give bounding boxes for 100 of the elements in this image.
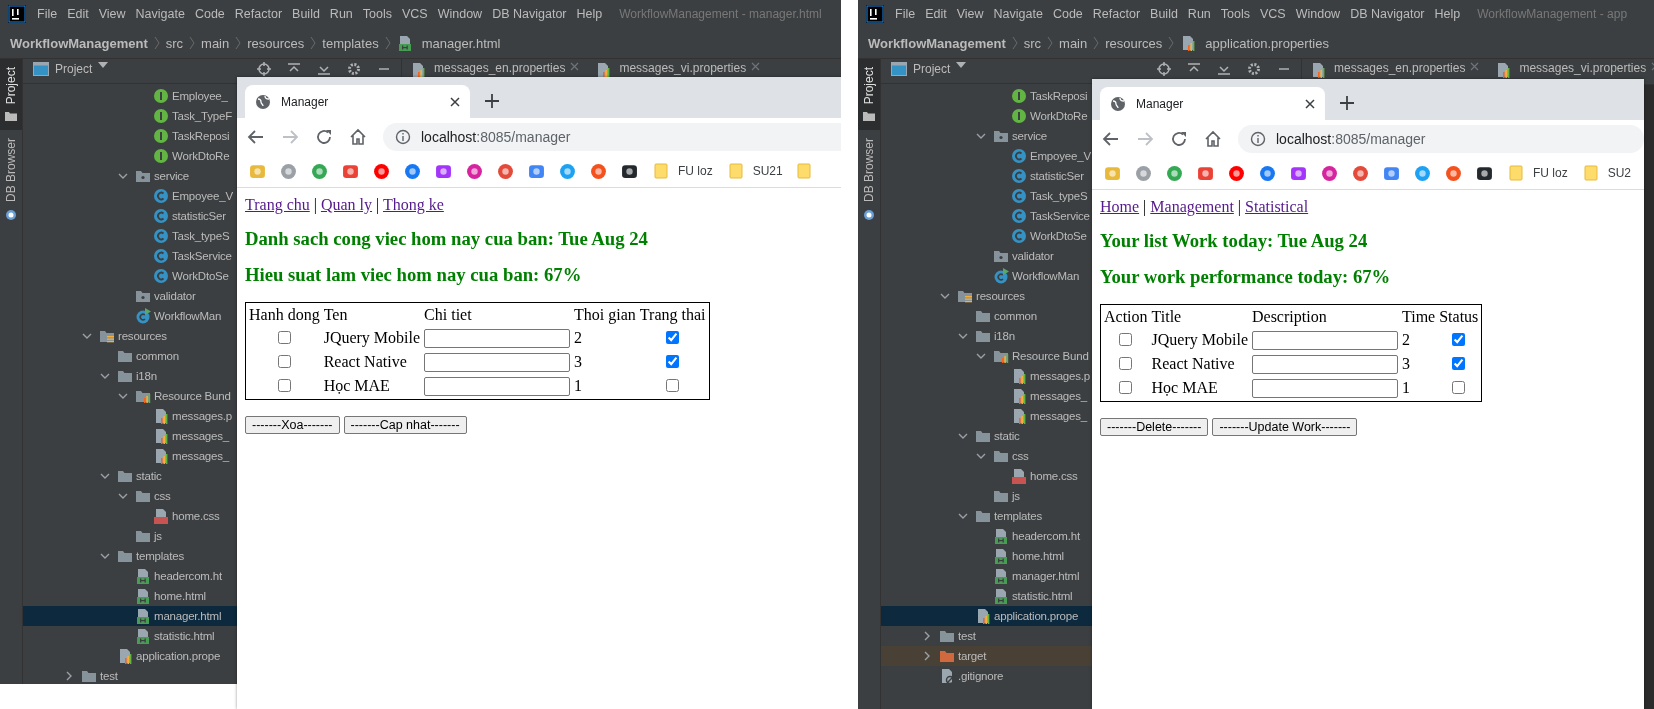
breadcrumb-item[interactable]: templates: [322, 35, 379, 51]
menu-item[interactable]: File: [32, 7, 63, 21]
menu-item[interactable]: Tools: [357, 7, 397, 21]
tree-item[interactable]: common: [136, 350, 179, 362]
breadcrumb-item[interactable]: main: [1059, 35, 1088, 51]
tree-item[interactable]: messages_: [172, 430, 229, 442]
form-button[interactable]: -------Cap nhat-------: [343, 416, 467, 434]
tree-item[interactable]: messages_: [1030, 410, 1087, 422]
tree-item[interactable]: statistic.html: [1012, 590, 1073, 602]
breadcrumb-item[interactable]: WorkflowManagement: [868, 35, 1006, 51]
panel-title[interactable]: Project: [55, 62, 93, 76]
tree-item[interactable]: statisticSer: [172, 210, 226, 222]
checkbox[interactable]: [666, 331, 680, 344]
menu-item[interactable]: Edit: [62, 7, 94, 21]
tree-item[interactable]: service: [1012, 130, 1048, 142]
tree-item[interactable]: templates: [136, 550, 185, 562]
tree-item[interactable]: resources: [976, 290, 1025, 302]
breadcrumb-item[interactable]: main: [201, 35, 230, 51]
menu-item[interactable]: Edit: [920, 7, 952, 21]
menu-item[interactable]: Tools: [1215, 7, 1255, 21]
menu-item[interactable]: DB Navigator: [1345, 7, 1430, 21]
tree-item[interactable]: Task_typeS: [1030, 190, 1088, 202]
tree-item[interactable]: headercom.ht: [154, 570, 222, 582]
panel-title[interactable]: Project: [913, 62, 951, 76]
tree-item[interactable]: Task_TypeF: [172, 110, 232, 122]
nav-link[interactable]: Thong ke: [383, 196, 444, 213]
menu-item[interactable]: Window: [432, 7, 488, 21]
form-button[interactable]: -------Update Work-------: [1212, 418, 1358, 436]
checkbox[interactable]: [1119, 333, 1133, 346]
nav-link[interactable]: Home: [1100, 198, 1140, 215]
tree-item[interactable]: css: [1012, 450, 1029, 462]
bookmark-icon[interactable]: [1476, 164, 1493, 182]
tree-item[interactable]: statisticSer: [1030, 170, 1084, 182]
tree-item[interactable]: TaskReposi: [172, 130, 230, 142]
tree-item[interactable]: WorkDtoRe: [1030, 110, 1088, 122]
home-icon[interactable]: [1204, 129, 1222, 148]
menu-item[interactable]: Help: [1429, 7, 1466, 21]
tree-item[interactable]: statistic.html: [154, 630, 215, 642]
tree-item[interactable]: service: [154, 170, 190, 182]
tree-item[interactable]: Resource Bund: [1012, 350, 1089, 362]
breadcrumb-item[interactable]: resources: [1105, 35, 1163, 51]
tree-item[interactable]: WorkflowMan: [1012, 270, 1080, 282]
menu-item[interactable]: Window: [1290, 7, 1346, 21]
tree-item[interactable]: home.html: [1012, 550, 1064, 562]
tree-item[interactable]: css: [154, 490, 171, 502]
input-field[interactable]: [1252, 330, 1398, 350]
editor-tab[interactable]: messages_en.properties: [1302, 59, 1488, 76]
form-button[interactable]: -------Xoa-------: [245, 416, 340, 434]
form-button[interactable]: -------Delete-------: [1100, 418, 1209, 436]
tree-item[interactable]: application.prope: [136, 650, 221, 662]
caret-icon[interactable]: [98, 62, 109, 68]
nav-link[interactable]: Statistical: [1245, 198, 1309, 215]
tree-item[interactable]: common: [994, 310, 1037, 322]
tree-item[interactable]: TaskReposi: [1030, 90, 1088, 102]
tree-item[interactable]: static: [136, 470, 162, 482]
tool-window-tab[interactable]: Project: [858, 59, 880, 131]
bookmark-icon[interactable]: [621, 162, 638, 180]
caret-icon[interactable]: [956, 62, 967, 68]
settings-icon[interactable]: [1247, 62, 1261, 76]
checkbox[interactable]: [666, 379, 680, 392]
input-field[interactable]: [1252, 378, 1398, 398]
tree-item[interactable]: WorkDtoSe: [172, 270, 229, 282]
reload-icon[interactable]: [1170, 129, 1188, 148]
tree-item[interactable]: Resource Bund: [154, 390, 231, 402]
menu-item[interactable]: Build: [1145, 7, 1183, 21]
menu-item[interactable]: Navigate: [988, 7, 1048, 21]
tree-item[interactable]: .gitignore: [958, 670, 1004, 682]
tree-item[interactable]: test: [958, 630, 976, 642]
menu-item[interactable]: Run: [1182, 7, 1216, 21]
back-icon[interactable]: [1102, 129, 1120, 148]
breadcrumb-item[interactable]: src: [165, 35, 184, 51]
back-icon[interactable]: [247, 127, 265, 146]
bookmark-folder[interactable]: SU2: [1607, 166, 1631, 180]
tree-item[interactable]: validator: [154, 290, 196, 302]
tool-window-tab[interactable]: DB Browser: [0, 130, 22, 231]
settings-icon[interactable]: [347, 62, 361, 76]
tool-window-tab[interactable]: Project: [0, 59, 22, 131]
menu-item[interactable]: Code: [189, 7, 230, 21]
tree-item[interactable]: Task_typeS: [172, 230, 230, 242]
tree-item[interactable]: Empoyee_V: [172, 190, 233, 202]
menu-item[interactable]: VCS: [397, 7, 433, 21]
checkbox[interactable]: [1452, 357, 1466, 370]
browser-tab[interactable]: Manager: [1100, 87, 1325, 120]
info-icon[interactable]: [1250, 130, 1266, 147]
tree-item[interactable]: manager.html: [154, 610, 222, 622]
input-field[interactable]: [1252, 354, 1398, 374]
tree-item[interactable]: TaskService: [172, 250, 232, 262]
breadcrumb-item[interactable]: src: [1023, 35, 1042, 51]
checkbox[interactable]: [277, 355, 291, 368]
breadcrumb-item[interactable]: manager.html: [421, 35, 501, 51]
close-icon[interactable]: [450, 96, 460, 107]
menu-item[interactable]: Help: [571, 7, 608, 21]
menu-item[interactable]: View: [951, 7, 989, 21]
input-field[interactable]: [424, 328, 571, 348]
tool-window-tab[interactable]: DB Browser: [858, 130, 880, 231]
breadcrumb-item[interactable]: resources: [247, 35, 305, 51]
tree-item[interactable]: js: [154, 530, 162, 542]
tree-item[interactable]: validator: [1012, 250, 1054, 262]
target-icon[interactable]: [1157, 62, 1171, 76]
address-bar[interactable]: localhost:8085/manager: [383, 122, 841, 151]
